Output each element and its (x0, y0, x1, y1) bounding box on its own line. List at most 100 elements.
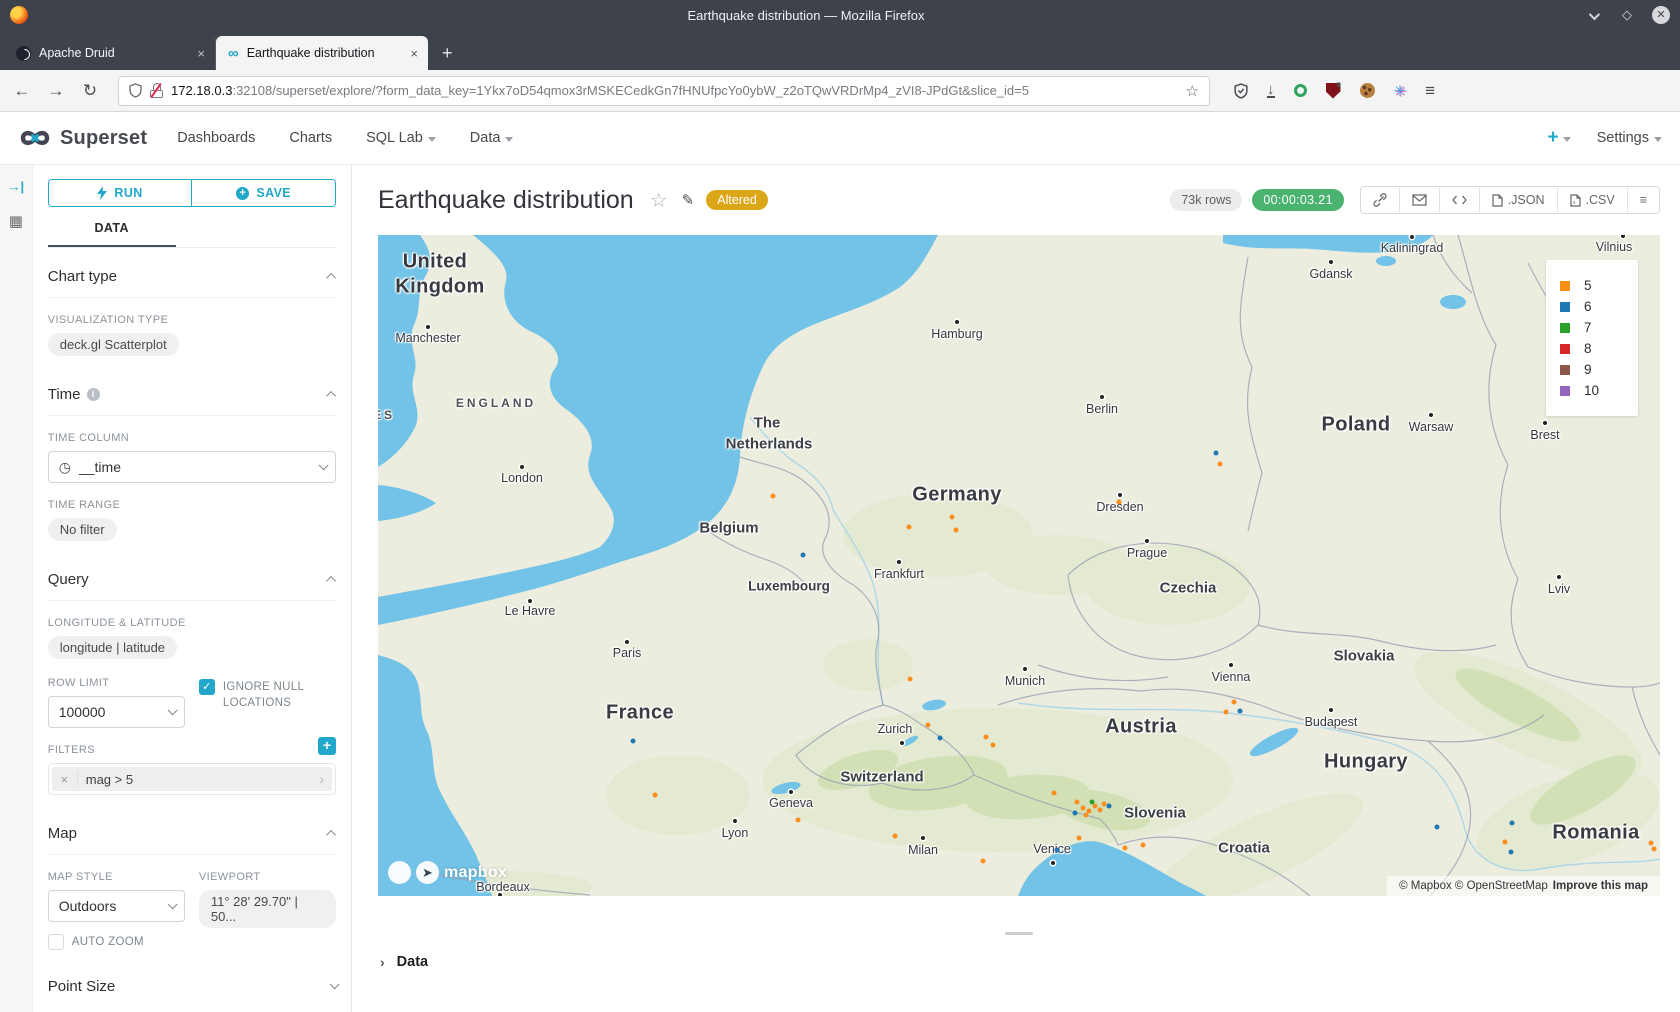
earthquake-point[interactable] (926, 723, 931, 728)
earthquake-point[interactable] (1075, 800, 1080, 805)
window-minimize-icon[interactable] (1584, 8, 1602, 23)
attribution-text[interactable]: © Mapbox © OpenStreetMap (1399, 880, 1548, 892)
mapbox-logo[interactable]: ➤ mapbox (388, 861, 507, 884)
run-button[interactable]: RUN (49, 180, 192, 206)
deckgl-map[interactable]: UnitedKingdomENGLANDESManchesterLondonTh… (378, 235, 1660, 896)
earthquake-point[interactable] (1052, 791, 1057, 796)
earthquake-point[interactable] (1081, 806, 1086, 811)
earthquake-point[interactable] (1107, 804, 1112, 809)
earthquake-point[interactable] (1435, 825, 1440, 830)
url-text[interactable]: 172.18.0.3:32108/superset/explore/?form_… (171, 83, 1178, 98)
menu-icon[interactable]: ≡ (1425, 81, 1435, 101)
new-tab-button[interactable]: + (442, 43, 453, 64)
window-maximize-icon[interactable]: ◇ (1618, 7, 1636, 23)
earthquake-point[interactable] (1214, 451, 1219, 456)
back-button[interactable]: ← (10, 81, 34, 101)
earthquake-point[interactable] (1077, 836, 1082, 841)
altered-badge[interactable]: Altered (706, 190, 768, 210)
earthquake-point[interactable] (1098, 808, 1103, 813)
earthquake-point[interactable] (1123, 846, 1128, 851)
add-new-button[interactable]: + (1547, 127, 1570, 149)
section-map[interactable]: Map (48, 805, 336, 855)
earthquake-point[interactable] (907, 525, 912, 530)
ignore-null-checkbox[interactable]: ✓ (199, 679, 215, 695)
lonlat-value[interactable]: longitude | latitude (48, 636, 177, 659)
section-time[interactable]: Timei (48, 366, 336, 416)
forward-button[interactable]: → (44, 81, 68, 101)
time-range-value[interactable]: No filter (48, 518, 117, 541)
tab-close-icon[interactable]: × (197, 46, 205, 61)
earthquake-point[interactable] (631, 739, 636, 744)
pinwheel-extension-icon[interactable]: ✳ (1394, 82, 1407, 100)
filter-value[interactable]: mag > 5 (78, 772, 320, 787)
earthquake-point[interactable] (1093, 804, 1098, 809)
export-csv-button[interactable]: x .CSV (1558, 187, 1628, 213)
earthquake-point[interactable] (1503, 840, 1508, 845)
filter-item[interactable]: × mag > 5 › (48, 763, 336, 795)
earthquake-point[interactable] (1238, 709, 1243, 714)
superset-brand[interactable]: Superset (18, 125, 147, 151)
earthquake-point[interactable] (1649, 841, 1654, 846)
insecure-lock-icon[interactable] (150, 83, 163, 98)
row-limit-select[interactable]: 100000 (48, 696, 185, 728)
pocket-shield-icon[interactable] (1234, 83, 1248, 99)
earthquake-point[interactable] (1141, 843, 1146, 848)
earthquake-point[interactable] (1117, 500, 1122, 505)
reload-button[interactable]: ↻ (78, 81, 102, 101)
map-style-select[interactable]: Outdoors (48, 890, 185, 922)
earthquake-point[interactable] (1232, 700, 1237, 705)
remove-filter-icon[interactable]: × (52, 772, 78, 787)
edit-properties-icon[interactable]: ✎ (682, 191, 695, 209)
downloads-icon[interactable]: ↓ (1267, 83, 1275, 98)
ublock-icon[interactable]: 2 (1326, 83, 1341, 99)
viz-type-value[interactable]: deck.gl Scatterplot (48, 333, 179, 356)
dataset-grid-icon[interactable]: ▦ (9, 212, 23, 230)
embed-code-button[interactable] (1440, 187, 1480, 213)
extension-green-icon[interactable] (1294, 84, 1307, 97)
earthquake-point[interactable] (1510, 821, 1515, 826)
earthquake-point[interactable] (981, 859, 986, 864)
section-query[interactable]: Query (48, 551, 336, 601)
earthquake-point[interactable] (1090, 800, 1095, 805)
panel-splitter[interactable] (378, 896, 1660, 940)
earthquake-point[interactable] (1218, 462, 1223, 467)
earthquake-point[interactable] (1055, 848, 1060, 853)
settings-menu[interactable]: Settings (1597, 130, 1662, 146)
earthquake-point[interactable] (653, 793, 658, 798)
tab-apache-druid[interactable]: Apache Druid × (4, 36, 216, 70)
earthquake-point[interactable] (801, 553, 806, 558)
nav-sql-lab[interactable]: SQL Lab (366, 130, 436, 146)
tab-close-icon[interactable]: × (410, 46, 418, 61)
email-button[interactable] (1400, 187, 1440, 213)
earthquake-point[interactable] (1224, 710, 1229, 715)
viewport-value[interactable]: 11° 28' 29.70" | 50... (199, 890, 336, 928)
favorite-star-icon[interactable]: ☆ (650, 188, 668, 213)
cookie-extension-icon[interactable] (1360, 83, 1375, 98)
earthquake-point[interactable] (954, 528, 959, 533)
expand-filter-icon[interactable]: › (319, 771, 332, 787)
earthquake-point[interactable] (771, 494, 776, 499)
tracking-shield-icon[interactable] (129, 83, 142, 98)
tab-earthquake-distribution[interactable]: ∞ Earthquake distribution × (216, 36, 428, 70)
section-chart-type[interactable]: Chart type (48, 248, 336, 298)
improve-map-link[interactable]: Improve this map (1553, 880, 1648, 892)
url-bar[interactable]: 172.18.0.3:32108/superset/explore/?form_… (118, 76, 1210, 106)
splitter-handle-icon[interactable] (1005, 932, 1033, 935)
collapse-panel-icon[interactable]: →| (8, 179, 25, 194)
export-json-button[interactable]: .JSON (1480, 187, 1558, 213)
earthquake-point[interactable] (938, 736, 943, 741)
auto-zoom-checkbox[interactable] (48, 934, 64, 950)
earthquake-point[interactable] (991, 743, 996, 748)
earthquake-point[interactable] (908, 677, 913, 682)
earthquake-point[interactable] (1084, 813, 1089, 818)
nav-data[interactable]: Data (470, 130, 514, 146)
window-close-icon[interactable]: ✕ (1652, 6, 1670, 24)
earthquake-point[interactable] (796, 818, 801, 823)
share-link-button[interactable] (1361, 187, 1400, 213)
tab-data[interactable]: DATA (48, 221, 176, 247)
save-button[interactable]: + SAVE (191, 180, 335, 206)
data-panel-toggle[interactable]: › Data (378, 940, 1660, 970)
earthquake-point[interactable] (1652, 847, 1657, 852)
bookmark-star-icon[interactable]: ☆ (1186, 82, 1199, 100)
section-point-size[interactable]: Point Size (48, 958, 336, 1007)
